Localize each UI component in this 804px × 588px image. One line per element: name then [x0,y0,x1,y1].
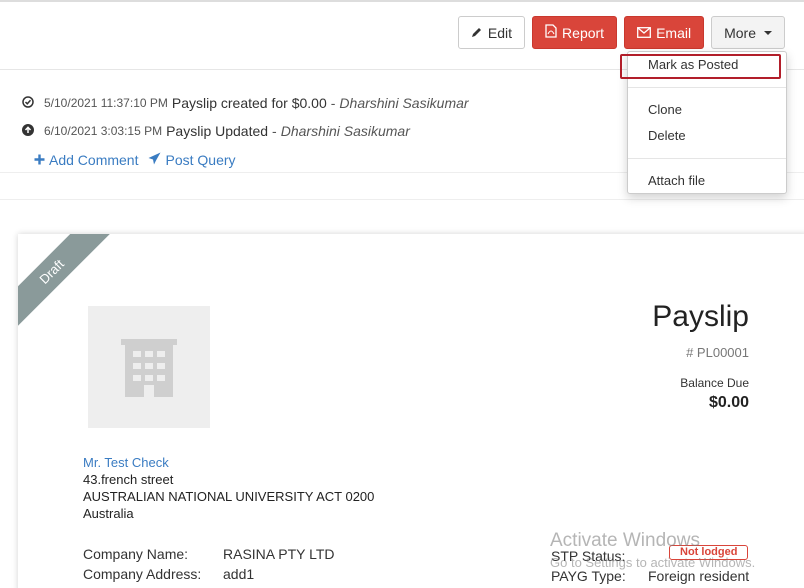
envelope-icon [637,25,652,41]
activity-user: Dharshini Sasikumar [339,95,469,111]
activity-log: 5/10/2021 11:37:10 PM Payslip created fo… [22,95,622,152]
building-icon [121,335,177,400]
activity-time: 5/10/2021 11:37:10 PM [44,96,168,110]
top-border [0,0,804,2]
post-query-link[interactable]: Post Query [148,152,236,168]
company-address-label: Company Address: [83,566,202,582]
activity-item: 5/10/2021 11:37:10 PM Payslip created fo… [22,95,622,111]
add-comment-link[interactable]: Add Comment [34,152,138,168]
activity-time: 6/10/2021 3:03:15 PM [44,124,163,138]
employee-address: Mr. Test Check 43.french street AUSTRALI… [83,454,374,522]
activity-item: 6/10/2021 3:03:15 PM Payslip Updated - D… [22,123,622,139]
divider [0,199,804,200]
check-circle-icon [22,95,34,111]
address-line: 43.french street [83,472,174,487]
caret-down-icon [764,30,772,35]
plus-icon [34,152,45,168]
company-name-value: RASINA PTY LTD [223,546,335,562]
add-comment-label: Add Comment [49,152,139,168]
company-name-label: Company Name: [83,546,189,562]
balance-due-value: $0.00 [708,394,749,411]
annotation-highlight-box [620,54,781,79]
pencil-icon [471,25,483,41]
email-label: Email [656,24,692,41]
edit-label: Edit [487,24,513,41]
email-button[interactable]: Email [624,16,705,49]
menu-divider [628,158,786,159]
report-button[interactable]: Report [532,16,618,49]
activity-links: Add Comment Post Query [34,152,236,168]
employee-name-link[interactable]: Mr. Test Check [83,454,374,471]
address-line: AUSTRALIAN NATIONAL UNIVERSITY ACT 0200 [83,489,375,504]
company-address-value: add1 [223,566,255,582]
document-title: Payslip [652,300,749,333]
menu-item-delete[interactable]: Delete [628,126,786,146]
windows-activation-watermark-subtitle: Go to Settings to activate Windows. [550,555,756,570]
document-number: # PL00001 [686,345,749,360]
menu-item-attach-file[interactable]: Attach file [628,171,786,191]
more-dropdown-button[interactable]: More [711,16,785,49]
dash-separator: - [272,123,277,139]
arrow-up-circle-icon [22,123,34,139]
company-logo-placeholder [88,306,210,428]
menu-item-clone[interactable]: Clone [628,100,786,120]
windows-activation-watermark-title: Activate Windows [550,530,700,551]
payg-type-label: PAYG Type: [551,568,626,584]
paper-plane-icon [148,152,161,168]
activity-text: Payslip Updated [166,123,269,139]
payg-type-value: Foreign resident [648,568,750,584]
more-label: More [724,24,756,41]
post-query-label: Post Query [165,152,236,168]
menu-divider [628,87,786,88]
activity-user: Dharshini Sasikumar [280,123,410,139]
dash-separator: - [330,95,336,111]
address-line: Australia [83,506,134,521]
action-toolbar: Edit Report Email More [457,16,785,49]
balance-due-label: Balance Due [680,376,749,390]
pdf-file-icon [545,24,557,41]
activity-text: Payslip created for $0.00 [171,95,327,111]
edit-button[interactable]: Edit [457,16,526,49]
report-label: Report [562,24,605,41]
